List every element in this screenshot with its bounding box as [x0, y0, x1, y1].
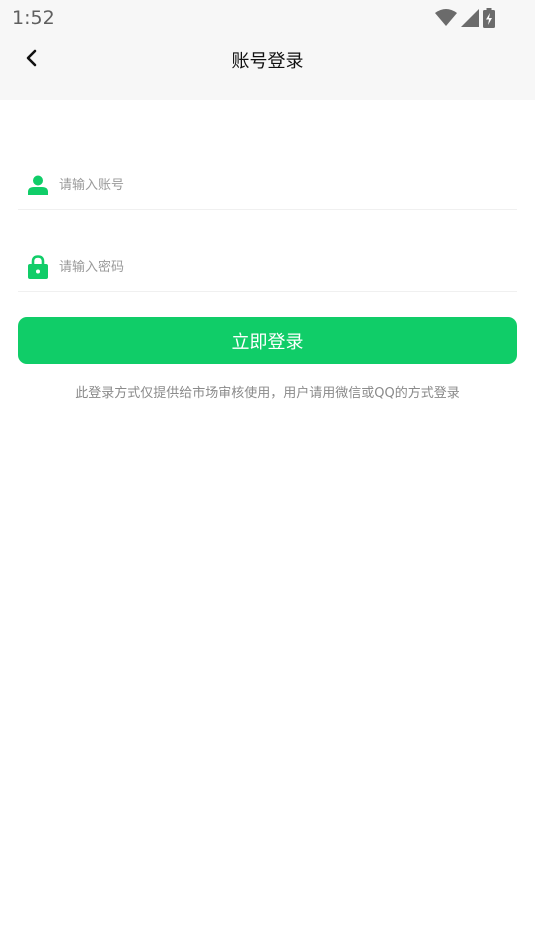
password-field[interactable] — [18, 243, 517, 292]
status-icons — [435, 7, 495, 29]
top-app-bar: 账号登录 — [0, 36, 535, 100]
battery-charging-icon — [483, 8, 495, 28]
login-button[interactable]: 立即登录 — [18, 317, 517, 364]
account-input[interactable] — [59, 171, 499, 199]
status-bar: 1:52 — [0, 0, 535, 36]
review-notice-text: 此登录方式仅提供给市场审核使用，用户请用微信或QQ的方式登录 — [75, 386, 460, 401]
lock-icon — [27, 255, 49, 279]
status-time: 1:52 — [12, 7, 55, 29]
password-input[interactable] — [59, 253, 499, 281]
page-title: 账号登录 — [231, 51, 304, 72]
wifi-icon — [435, 9, 457, 27]
user-icon — [27, 173, 49, 197]
account-field[interactable] — [18, 161, 517, 210]
cellular-signal-icon — [461, 9, 479, 27]
